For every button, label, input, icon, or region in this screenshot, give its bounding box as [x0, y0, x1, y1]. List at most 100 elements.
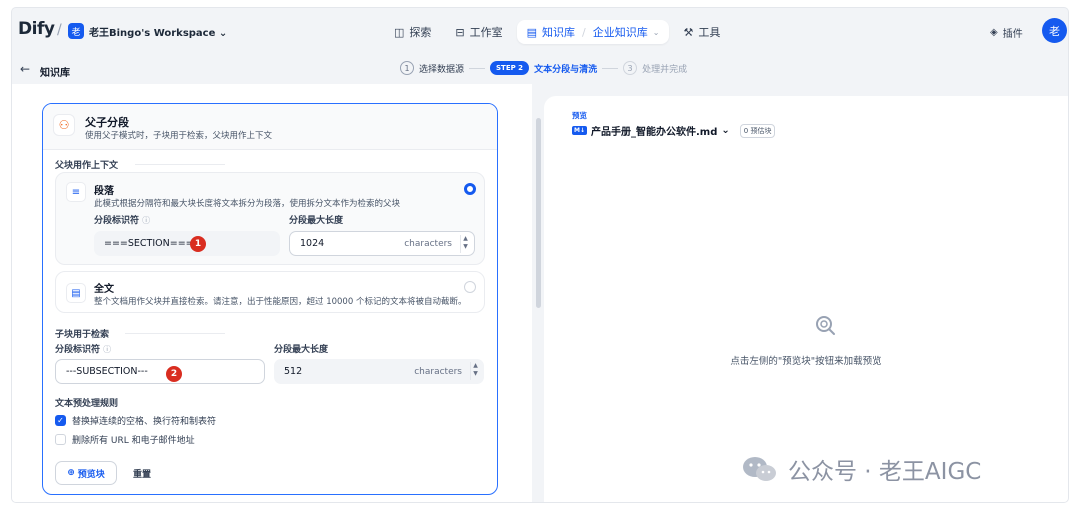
workspace-badge: 老 [68, 23, 84, 39]
main-nav: ◫ 探索 ⊟ 工作室 ▤ 知识库 / 企业知识库 ⌄ ⚒ 工具 [384, 20, 730, 44]
chevron-down-icon: ⌄ [218, 28, 228, 39]
annotation-marker-1: 1 [190, 236, 206, 252]
section-divider [135, 164, 225, 165]
rule1-label[interactable]: 替换掉连续的空格、换行符和制表符 [72, 414, 216, 427]
parent-child-icon: ⚇ [53, 114, 75, 136]
nav-explore-label: 探索 [409, 26, 432, 39]
top-nav: Dify / 老 老王Bingo's Workspace ⌄ ◫ 探索 ⊟ 工作… [12, 8, 1068, 54]
fulltext-radio[interactable] [464, 281, 476, 293]
nav-knowledge-label: 知识库 [542, 26, 576, 39]
wechat-watermark: 公众号 · 老王AIGC [740, 452, 981, 486]
empty-preview-text: 点击左侧的"预览块"按钮来加载预览 [730, 356, 882, 367]
search-icon: ⊕ [67, 468, 75, 478]
preview-label: 预览 [572, 111, 587, 120]
paragraph-option[interactable]: ≡ 段落 此模式根据分隔符和最大块长度将文本拆分为段落，使用拆分文本作为检索的父… [55, 172, 485, 265]
nav-tools[interactable]: ⚒ 工具 [673, 20, 730, 44]
cube-icon: ◈ [990, 27, 998, 38]
rule2-label[interactable]: 删除所有 URL 和电子邮件地址 [72, 433, 195, 446]
nav-tools-label: 工具 [698, 26, 721, 39]
card-title: 父子分段 [85, 116, 129, 129]
section-divider [125, 333, 225, 334]
compass-icon: ◫ [394, 25, 405, 39]
watermark-text: 公众号 · 老王AIGC [788, 459, 982, 485]
info-icon[interactable]: ⓘ [103, 345, 111, 354]
card-desc: 使用父子模式时，子块用于检索，父块用作上下文 [85, 131, 273, 141]
preview-chunks-button[interactable]: ⊕ 预览块 [55, 461, 117, 485]
child-separator-label: 分段标识符 ⓘ [55, 342, 111, 355]
plugins-button[interactable]: ◈ 插件 [990, 25, 1023, 40]
stepper-icon[interactable]: ▲ ▼ [460, 235, 470, 253]
terminal-icon: ⊟ [455, 25, 465, 39]
child-separator-value: ---SUBSECTION--- [66, 366, 148, 377]
nav-studio[interactable]: ⊟ 工作室 [445, 20, 512, 44]
tools-icon: ⚒ [683, 25, 694, 39]
step-connector [602, 67, 619, 69]
paragraph-desc: 此模式根据分隔符和最大块长度将文本拆分为段落，使用拆分文本作为检索的父块 [94, 199, 401, 209]
step1-label: 选择数据源 [419, 64, 465, 75]
workspace-switcher[interactable]: 老王Bingo's Workspace ⌄ [89, 24, 227, 39]
dify-logo[interactable]: Dify [18, 19, 55, 39]
step3-number: 3 [623, 61, 638, 75]
parent-section-title: 父块用作上下文 [55, 161, 119, 171]
wechat-icon [743, 457, 776, 481]
preview-button-label: 预览块 [77, 469, 105, 480]
book-icon: ▤ [526, 25, 538, 39]
fulltext-title: 全文 [94, 284, 114, 295]
child-separator-input[interactable]: ---SUBSECTION--- [55, 359, 265, 384]
parent-child-mode-card[interactable]: ⚇ 父子分段 使用父子模式时，子块用于检索，父块用作上下文 父块用作上下文 ≡ … [42, 103, 498, 495]
estimate-badge: 0 预估块 [739, 123, 776, 138]
app-window: Dify / 老 老王Bingo's Workspace ⌄ ◫ 探索 ⊟ 工作… [12, 8, 1068, 502]
stepper-icon[interactable]: ▲ ▼ [470, 362, 480, 380]
markdown-icon: M↓ [572, 126, 587, 135]
avatar[interactable]: 老 [1042, 18, 1067, 43]
max-length-input[interactable]: 1024 characters ▲ ▼ [289, 231, 475, 256]
separator-value: ===SECTION=== [104, 238, 194, 249]
file-selector[interactable]: M↓ 产品手册_智能办公软件.md ⌄ 0 预估块 [572, 123, 776, 138]
separator-label: 分段标识符 ⓘ [94, 213, 150, 226]
fulltext-option[interactable]: ▤ 全文 整个文档用作父块并直接检索。请注意，出于性能原因，超过 10000 个… [55, 271, 485, 313]
scrollbar[interactable] [536, 118, 541, 308]
step3-label: 处理并完成 [642, 64, 688, 75]
chevron-down-icon: ⌄ [721, 125, 730, 136]
unit-label: characters [404, 238, 452, 249]
rule2-checkbox[interactable] [55, 434, 66, 445]
step2-pill: STEP 2 [490, 61, 530, 75]
separator-label-text: 分段标识符 [94, 216, 140, 226]
reset-button[interactable]: 重置 [133, 467, 151, 480]
nav-separator: / [582, 25, 586, 39]
search-preview-icon [814, 314, 836, 336]
chevron-down-icon: ⌄ [652, 27, 660, 37]
back-arrow-icon[interactable]: ← [20, 62, 30, 76]
nav-knowledge-sub[interactable]: 企业知识库 [593, 24, 648, 40]
child-max-length-label: 分段最大长度 [274, 345, 329, 355]
child-max-length-input[interactable]: 512 characters ▲ ▼ [274, 359, 484, 384]
workspace-name: 老王Bingo's Workspace [89, 28, 216, 39]
fulltext-desc: 整个文档用作父块并直接检索。请注意，出于性能原因，超过 10000 个标记的文本… [94, 297, 467, 307]
separator-input[interactable]: ===SECTION=== [94, 231, 280, 256]
max-length-label: 分段最大长度 [289, 216, 344, 226]
step-connector [469, 67, 486, 69]
annotation-marker-2: 2 [166, 366, 182, 382]
paragraph-radio[interactable] [464, 183, 476, 195]
sub-header: ← 知识库 1 选择数据源 STEP 2 文本分段与清洗 3 处理并完成 [12, 54, 1068, 84]
unit-label: characters [414, 366, 462, 377]
card-header: ⚇ 父子分段 使用父子模式时，子块用于检索，父块用作上下文 [43, 104, 497, 150]
back-label[interactable]: 知识库 [40, 64, 70, 79]
preview-panel: 预览 M↓ 产品手册_智能办公软件.md ⌄ 0 预估块 点击左侧的"预览块"按… [544, 96, 1068, 502]
nav-knowledge[interactable]: ▤ 知识库 / 企业知识库 ⌄ [516, 20, 670, 44]
child-max-length-value: 512 [284, 366, 303, 377]
info-icon[interactable]: ⓘ [142, 216, 150, 225]
plugins-label: 插件 [1002, 29, 1023, 40]
paragraph-icon: ≡ [66, 182, 86, 202]
segment-settings-panel: ⚇ 父子分段 使用父子模式时，子块用于检索，父块用作上下文 父块用作上下文 ≡ … [12, 84, 532, 502]
nav-studio-label: 工作室 [469, 26, 503, 39]
rule1-checkbox[interactable]: ✓ [55, 415, 66, 426]
step1-number: 1 [400, 61, 414, 75]
max-length-value: 1024 [300, 238, 325, 249]
file-name: 产品手册_智能办公软件.md [591, 127, 718, 138]
step2-label: 文本分段与清洗 [534, 64, 598, 75]
child-separator-label-text: 分段标识符 [55, 345, 101, 355]
child-section-title: 子块用于检索 [55, 330, 110, 340]
nav-explore[interactable]: ◫ 探索 [384, 20, 441, 44]
divider: / [57, 22, 62, 38]
